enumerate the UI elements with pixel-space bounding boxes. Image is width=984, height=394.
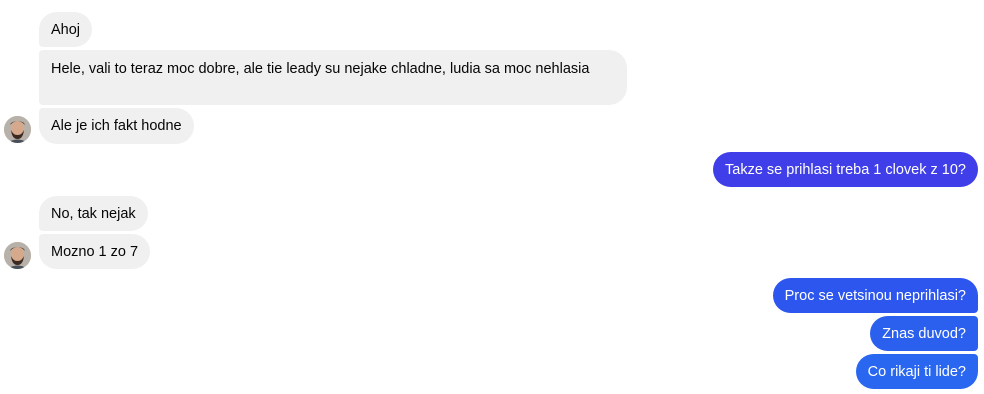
outgoing-message: Co rikaji ti lide?	[855, 354, 978, 389]
outgoing-message: Znas duvod?	[870, 316, 978, 351]
contact-avatar[interactable]	[4, 242, 31, 269]
incoming-message: Mozno 1 zo 7	[39, 234, 151, 269]
contact-avatar[interactable]	[4, 116, 31, 143]
incoming-message: Ahoj	[39, 12, 93, 47]
outgoing-message: Proc se vetsinou neprihlasi?	[772, 278, 978, 313]
incoming-message: Hele, vali to teraz moc dobre, ale tie l…	[39, 50, 627, 105]
incoming-message: Ale je ich fakt hodne	[39, 108, 194, 144]
outgoing-message: Takze se prihlasi treba 1 clovek z 10?	[713, 152, 978, 187]
person-avatar-icon	[4, 242, 31, 269]
person-avatar-icon	[4, 116, 31, 143]
incoming-message: No, tak nejak	[39, 196, 148, 231]
